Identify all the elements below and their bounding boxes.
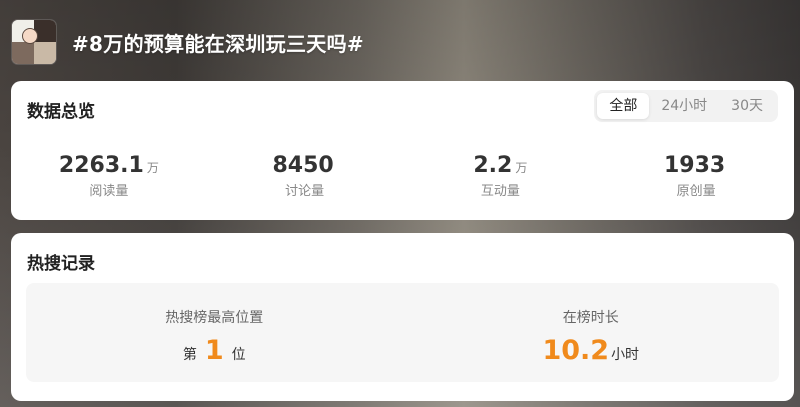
stat-discussions: 8450 讨论量	[207, 153, 403, 199]
stat-label: 讨论量	[285, 184, 325, 199]
stat-label: 互动量	[480, 184, 520, 199]
stat-reads: 2263.1 万 阅读量	[11, 153, 207, 199]
tab-24h[interactable]: 24小时	[649, 93, 719, 119]
avatar-face	[22, 28, 38, 44]
stat-value: 8450	[272, 153, 334, 178]
duration-suffix: 小时	[611, 347, 640, 363]
tab-30d[interactable]: 30天	[719, 93, 775, 119]
highest-position-label: 热搜榜最高位置	[165, 310, 264, 326]
stat-value-line: 2263.1 万	[59, 153, 159, 178]
stat-label: 阅读量	[89, 184, 129, 199]
duration-label: 在榜时长	[562, 310, 619, 326]
hot-search-card: 热搜记录 热搜榜最高位置 第 1 位 在榜时长 10.2 小时	[11, 233, 794, 401]
duration-block: 在榜时长 10.2 小时	[403, 283, 780, 382]
stat-value: 2.2	[473, 153, 513, 178]
stat-value-line: 2.2 万	[473, 153, 527, 178]
stat-value-line: 1933	[664, 153, 728, 178]
avatar-tile	[12, 42, 34, 64]
duration-value: 10.2	[542, 335, 610, 366]
topic-avatar[interactable]	[12, 20, 56, 64]
avatar-tile	[34, 42, 56, 64]
topic-title: #8万的预算能在深圳玩三天吗#	[72, 31, 364, 56]
stat-label: 原创量	[676, 184, 716, 199]
hot-search-panel: 热搜榜最高位置 第 1 位 在榜时长 10.2 小时	[26, 283, 779, 382]
duration-value-line: 10.2 小时	[542, 335, 639, 366]
stat-value-line: 8450	[273, 153, 337, 178]
overview-title: 数据总览	[27, 102, 95, 122]
tab-all[interactable]: 全部	[597, 93, 650, 119]
overview-stats: 2263.1 万 阅读量 8450 讨论量 2.2 万 互动量 1933 原创量	[11, 153, 794, 199]
highest-position-block: 热搜榜最高位置 第 1 位	[26, 283, 403, 382]
hot-search-title: 热搜记录	[27, 254, 95, 274]
stat-value: 1933	[664, 153, 726, 178]
stat-originals: 1933 原创量	[598, 153, 794, 199]
stat-value: 2263.1	[58, 153, 144, 178]
topic-header: #8万的预算能在深圳玩三天吗#	[12, 18, 364, 66]
time-range-tabs: 全部 24小时 30天	[594, 90, 778, 122]
stat-interactions: 2.2 万 互动量	[403, 153, 599, 199]
overview-card: 数据总览 全部 24小时 30天 2263.1 万 阅读量 8450 讨论量 2…	[11, 81, 794, 220]
highest-position-value-line: 第 1 位	[183, 335, 246, 366]
highest-position-suffix: 位	[231, 347, 246, 363]
stat-unit: 万	[146, 161, 159, 175]
highest-position-prefix: 第	[182, 347, 197, 363]
highest-position-value: 1	[204, 335, 224, 366]
stat-unit: 万	[515, 161, 528, 175]
